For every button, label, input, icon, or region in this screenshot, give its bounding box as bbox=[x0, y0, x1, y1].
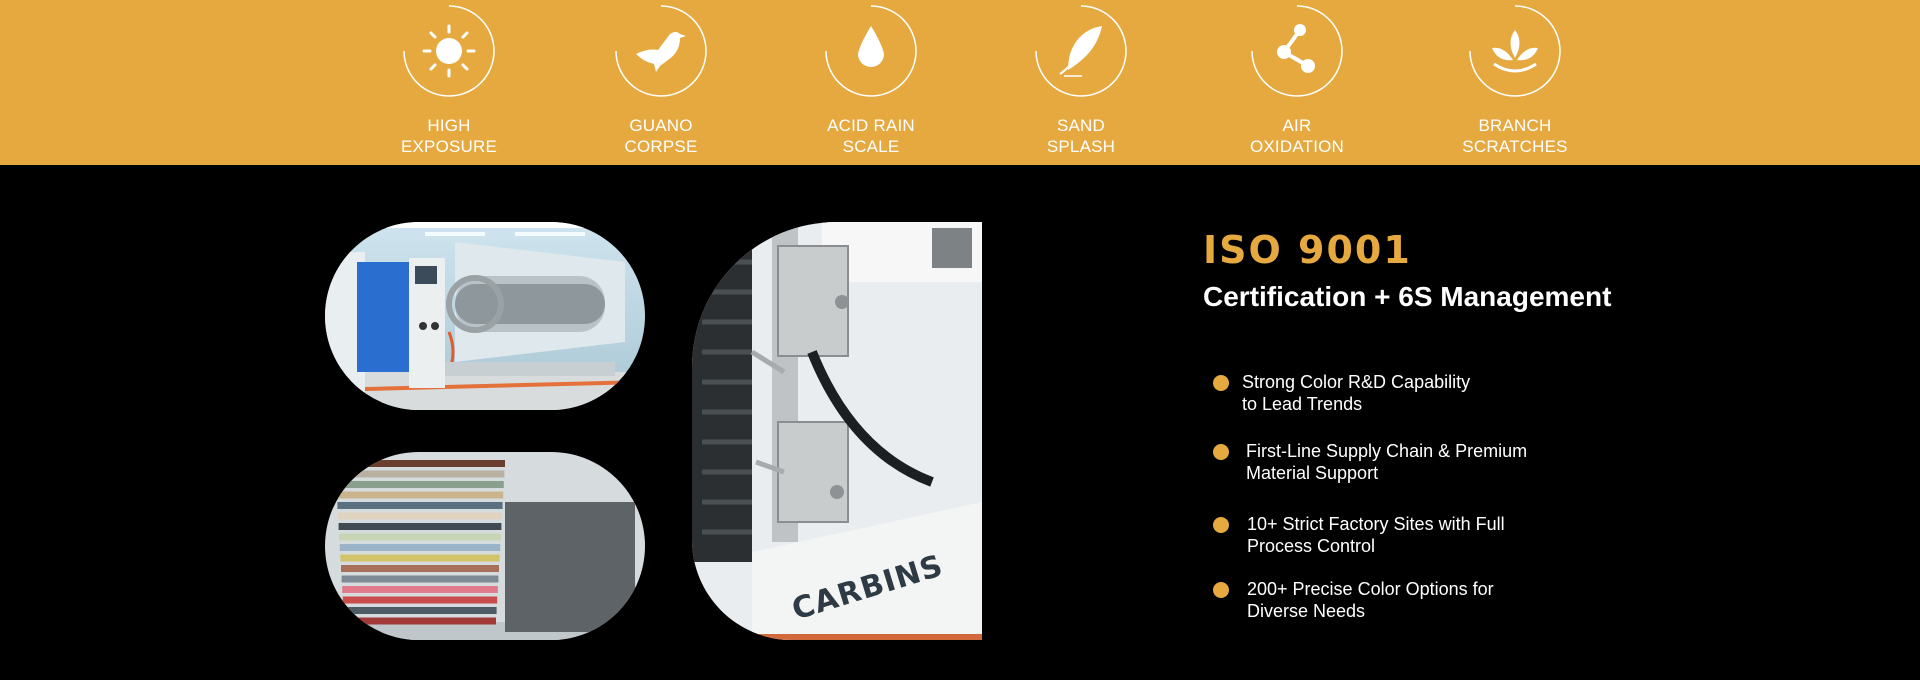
droplet-icon bbox=[824, 4, 918, 98]
feather-icon bbox=[1034, 4, 1128, 98]
factory-machine-photo bbox=[325, 222, 645, 410]
feature-label: SAND SPLASH bbox=[1046, 116, 1116, 156]
bird-icon bbox=[614, 4, 708, 98]
feature-branch-scratches: BRANCH SCRATCHES bbox=[1435, 4, 1595, 157]
feature-label: AIR OXIDATION bbox=[1249, 116, 1345, 156]
feature-label: BRANCH SCRATCHES bbox=[1462, 116, 1568, 156]
feature-sand-splash: SAND SPLASH bbox=[1001, 4, 1161, 157]
list-item-text: Strong Color R&D Capability to Lead Trend… bbox=[1242, 372, 1471, 414]
bullet-dot bbox=[1213, 582, 1229, 598]
leaf-sprout-icon bbox=[1468, 4, 1562, 98]
feature-high-exposure: HIGH EXPOSURE bbox=[369, 4, 529, 157]
bullet-dot bbox=[1213, 444, 1229, 460]
feature-label: GUANO CORPSE bbox=[624, 116, 698, 156]
bullet-dot bbox=[1213, 517, 1229, 533]
feature-band: HIGH EXPOSURE GUANO CORPSE ACID RAIN SCALE bbox=[0, 0, 1920, 165]
color-film-racks-photo bbox=[325, 452, 645, 640]
tensile-test-machine-photo: CARBINS bbox=[692, 222, 982, 640]
bullet-dot bbox=[1213, 375, 1229, 391]
feature-label: HIGH EXPOSURE bbox=[400, 116, 498, 156]
sun-icon bbox=[402, 4, 496, 98]
list-item-text: 10+ Strict Factory Sites with Full Proces… bbox=[1247, 514, 1505, 556]
feature-guano-corpse: GUANO CORPSE bbox=[581, 4, 741, 157]
certification-subtitle: Certification + 6S Management bbox=[1203, 281, 1612, 312]
feature-acid-rain-scale: ACID RAIN SCALE bbox=[791, 4, 951, 157]
iso-title: ISO 9001 bbox=[1203, 228, 1412, 272]
share-nodes-icon bbox=[1250, 4, 1344, 98]
list-item-text: First-Line Supply Chain & Premium Materia… bbox=[1246, 441, 1528, 483]
feature-air-oxidation: AIR OXIDATION bbox=[1217, 4, 1377, 157]
list-item-text: 200+ Precise Color Options for Diverse Ne… bbox=[1247, 579, 1494, 621]
feature-label: ACID RAIN SCALE bbox=[827, 116, 915, 156]
